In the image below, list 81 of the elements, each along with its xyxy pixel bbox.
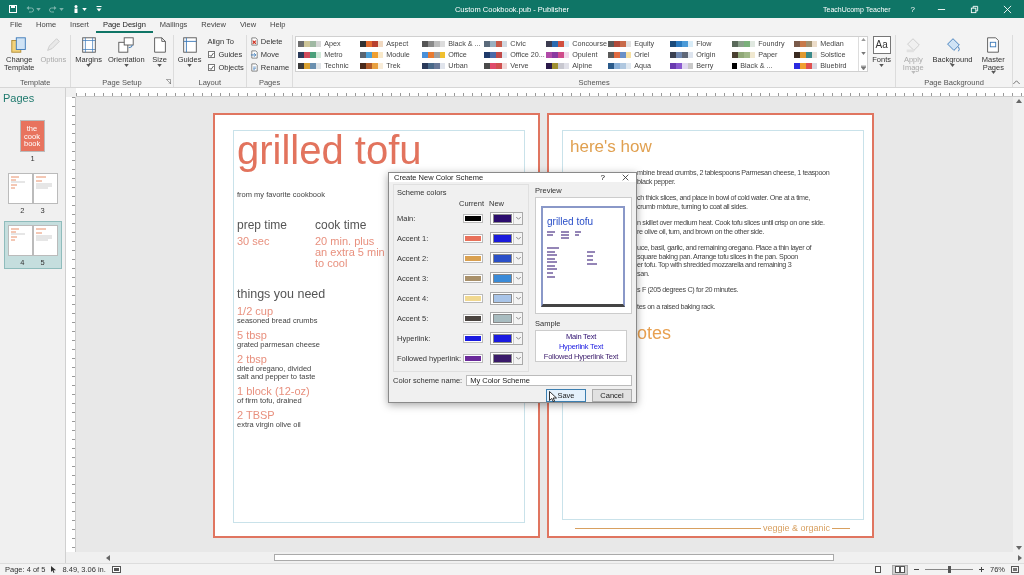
caret-icon <box>36 7 41 11</box>
chevron-down-icon <box>515 276 521 280</box>
chevron-down-icon <box>515 296 521 300</box>
caret-icon <box>879 63 885 67</box>
save-button[interactable] <box>6 2 20 16</box>
two-page-view-button[interactable] <box>892 564 908 575</box>
caret-icon <box>990 71 996 74</box>
page-delete-icon <box>249 37 259 46</box>
color-dropdown[interactable] <box>490 271 523 285</box>
hand-icon <box>71 4 81 14</box>
page-rotate-icon <box>117 36 136 54</box>
time-value: 30 sec <box>237 236 271 247</box>
chevron-down-icon <box>515 216 521 220</box>
page-footer: veggie & organic <box>760 523 832 533</box>
redo-icon <box>48 4 58 14</box>
section-heading: otes <box>637 323 672 344</box>
page-margins-icon <box>79 36 98 54</box>
scroll-right-icon[interactable] <box>1018 554 1022 561</box>
undo-icon <box>25 4 35 14</box>
chevron-down-icon <box>515 336 521 340</box>
preview-title: grilled tofu <box>547 216 595 227</box>
help-button[interactable]: ? <box>906 4 919 14</box>
section-heading: things you need <box>237 287 326 301</box>
pencil-icon <box>44 36 63 54</box>
page-spread-drawing <box>7 173 58 204</box>
page-arrow-icon <box>249 50 259 59</box>
close-icon <box>1003 4 1012 14</box>
zoom-slider-thumb[interactable] <box>948 566 951 573</box>
ingredient-amount: 1 block (12-oz) <box>237 385 310 397</box>
save-icon <box>8 4 18 14</box>
chevron-down-icon <box>515 356 521 360</box>
time-label: prep time <box>237 218 289 232</box>
chevron-down-icon <box>515 256 521 260</box>
dialog-launcher-icon[interactable] <box>165 79 171 84</box>
time-value: 20 min. plus an extra 5 min to cool <box>315 236 386 269</box>
caret-icon <box>157 63 163 67</box>
ingredient-amount: 1/2 cup <box>237 305 274 317</box>
close-icon <box>622 174 629 181</box>
caret-icon <box>82 7 87 11</box>
ingredient-amount: 2 tbsp <box>237 353 267 365</box>
caret-icon <box>950 63 956 67</box>
chevron-down-icon <box>515 316 521 320</box>
color-dropdown[interactable] <box>490 331 523 345</box>
scroll-down-icon[interactable] <box>860 51 866 55</box>
color-dropdown[interactable] <box>490 291 523 305</box>
scroll-up-icon[interactable] <box>860 38 866 41</box>
color-dropdown[interactable] <box>490 311 523 325</box>
document-stack-icon <box>10 36 29 54</box>
more-icon[interactable] <box>860 65 866 70</box>
scrollbar-thumb[interactable] <box>274 554 834 561</box>
scroll-down-icon[interactable] <box>1015 546 1022 550</box>
ingredient-amount: 2 TBSP <box>237 409 275 421</box>
pointer-icon <box>51 566 57 573</box>
customize-icon <box>94 4 104 14</box>
page-lines-icon <box>249 63 259 72</box>
pane-title: Pages <box>3 92 35 104</box>
caret-icon <box>123 63 129 67</box>
color-dropdown[interactable] <box>490 351 523 365</box>
chevron-down-icon <box>515 236 521 240</box>
ingredient-amount: 5 tbsp <box>237 329 267 341</box>
caret-icon <box>59 7 64 11</box>
page-guides-icon <box>180 36 199 54</box>
color-dropdown[interactable] <box>490 251 523 265</box>
caret-icon <box>187 63 193 67</box>
fit-page-icon[interactable] <box>1011 566 1019 573</box>
checkbox[interactable] <box>208 64 216 71</box>
checkbox[interactable] <box>208 51 216 58</box>
color-dropdown[interactable] <box>490 211 523 225</box>
zoom-in-icon[interactable] <box>979 567 984 572</box>
color-dropdown[interactable] <box>490 231 523 245</box>
page-spread-drawing <box>7 225 58 256</box>
restore-icon <box>970 4 979 14</box>
scroll-left-icon[interactable] <box>106 554 110 561</box>
paint-bucket-icon <box>904 36 923 54</box>
help-button[interactable]: ? <box>592 173 613 182</box>
caret-icon <box>86 63 92 67</box>
section-heading: here's how <box>570 137 652 157</box>
time-label: cook time <box>315 218 368 232</box>
zoom-out-icon[interactable] <box>914 567 919 572</box>
caret-icon <box>910 71 916 74</box>
scroll-up-icon[interactable] <box>1015 99 1022 103</box>
